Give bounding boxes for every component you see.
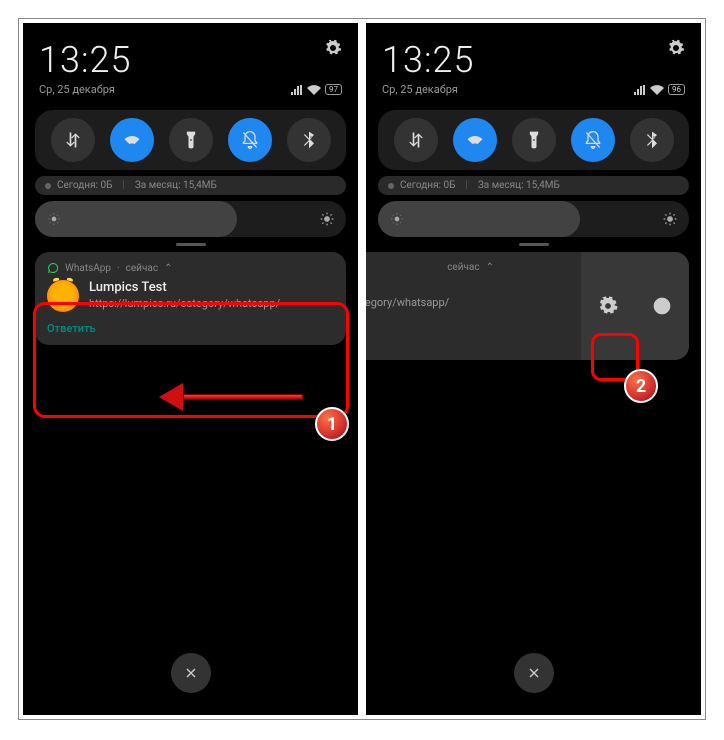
clock-time: 13:25 bbox=[382, 39, 474, 81]
data-month: За месяц: 15,4МБ bbox=[135, 180, 217, 191]
phone-screen-right: 13:25 Ср, 25 декабря 96 Сегодня: 0Б | bbox=[366, 23, 701, 715]
brightness-slider[interactable] bbox=[35, 201, 346, 237]
shade-handle[interactable] bbox=[519, 243, 549, 246]
data-usage-pill[interactable]: Сегодня: 0Б | За месяц: 15,4МБ bbox=[378, 176, 689, 195]
message-text: https://lumpics.ru/category/whatsapp/ bbox=[89, 297, 280, 310]
signal-icon bbox=[291, 85, 303, 95]
data-month: За месяц: 15,4МБ bbox=[478, 180, 560, 191]
dnd-toggle[interactable] bbox=[228, 118, 272, 162]
swipe-actions bbox=[581, 252, 689, 360]
notification-time: сейчас bbox=[126, 263, 158, 274]
notification-app: WhatsApp bbox=[65, 263, 111, 274]
annotation-badge-2: 2 bbox=[624, 369, 658, 403]
clock-time: 13:25 bbox=[39, 39, 131, 81]
notification-settings-button[interactable] bbox=[588, 286, 628, 326]
sender-name: Lumpics Test bbox=[89, 280, 280, 295]
dnd-toggle[interactable] bbox=[571, 118, 615, 162]
annotation-badge-1: 1 bbox=[315, 407, 349, 441]
battery-indicator: 96 bbox=[668, 84, 685, 95]
wifi-icon bbox=[650, 85, 664, 95]
annotation-arrow-left bbox=[159, 383, 303, 411]
status-bar: 13:25 bbox=[366, 23, 701, 83]
brightness-high-icon bbox=[663, 212, 677, 226]
date-row: Ср, 25 декабря 96 bbox=[366, 83, 701, 104]
data-toggle[interactable] bbox=[394, 118, 438, 162]
date-row: Ср, 25 декабря 97 bbox=[23, 83, 358, 104]
clear-all-button[interactable] bbox=[514, 653, 554, 693]
data-usage-pill[interactable]: Сегодня: 0Б | За месяц: 15,4МБ bbox=[35, 176, 346, 195]
date-text: Ср, 25 декабря bbox=[39, 83, 115, 96]
notification-snooze-button[interactable] bbox=[642, 286, 682, 326]
brightness-slider[interactable] bbox=[378, 201, 689, 237]
quick-toggles bbox=[378, 110, 689, 170]
data-toggle[interactable] bbox=[51, 118, 95, 162]
quick-toggles bbox=[35, 110, 346, 170]
battery-indicator: 97 bbox=[325, 84, 342, 95]
message-text: https://lumpics.ru/category/whatsapp/ bbox=[366, 296, 449, 309]
dot-icon bbox=[388, 183, 394, 189]
shade-handle[interactable] bbox=[176, 243, 206, 246]
bluetooth-toggle[interactable] bbox=[630, 118, 674, 162]
signal-icon bbox=[634, 85, 646, 95]
wifi-toggle[interactable] bbox=[453, 118, 497, 162]
flashlight-toggle[interactable] bbox=[169, 118, 213, 162]
notification-card-swiped[interactable]: сейчас ⌃ Lumpics Test https://lumpics.ru… bbox=[366, 252, 689, 360]
notification-time: сейчас bbox=[447, 262, 479, 273]
bluetooth-toggle[interactable] bbox=[287, 118, 331, 162]
wifi-toggle[interactable] bbox=[110, 118, 154, 162]
data-today: Сегодня: 0Б bbox=[57, 180, 112, 191]
settings-icon[interactable] bbox=[324, 39, 342, 57]
reply-button[interactable]: Ответить bbox=[47, 322, 334, 335]
wifi-icon bbox=[307, 85, 321, 95]
dot-icon bbox=[45, 183, 51, 189]
whatsapp-icon bbox=[47, 262, 59, 274]
sender-avatar bbox=[47, 280, 79, 312]
brightness-low-icon bbox=[390, 212, 404, 226]
phone-screen-left: 13:25 Ср, 25 декабря 97 Сегодня: 0Б | bbox=[23, 23, 358, 715]
notification-card[interactable]: WhatsApp · сейчас ⌃ Lumpics Test https:/… bbox=[35, 252, 346, 345]
data-today: Сегодня: 0Б bbox=[400, 180, 455, 191]
brightness-low-icon bbox=[47, 212, 61, 226]
status-bar: 13:25 bbox=[23, 23, 358, 83]
date-text: Ср, 25 декабря bbox=[382, 83, 458, 96]
brightness-high-icon bbox=[320, 212, 334, 226]
flashlight-toggle[interactable] bbox=[512, 118, 556, 162]
settings-icon[interactable] bbox=[667, 39, 685, 57]
sender-name: Lumpics Test bbox=[366, 279, 449, 294]
clear-all-button[interactable] bbox=[171, 653, 211, 693]
